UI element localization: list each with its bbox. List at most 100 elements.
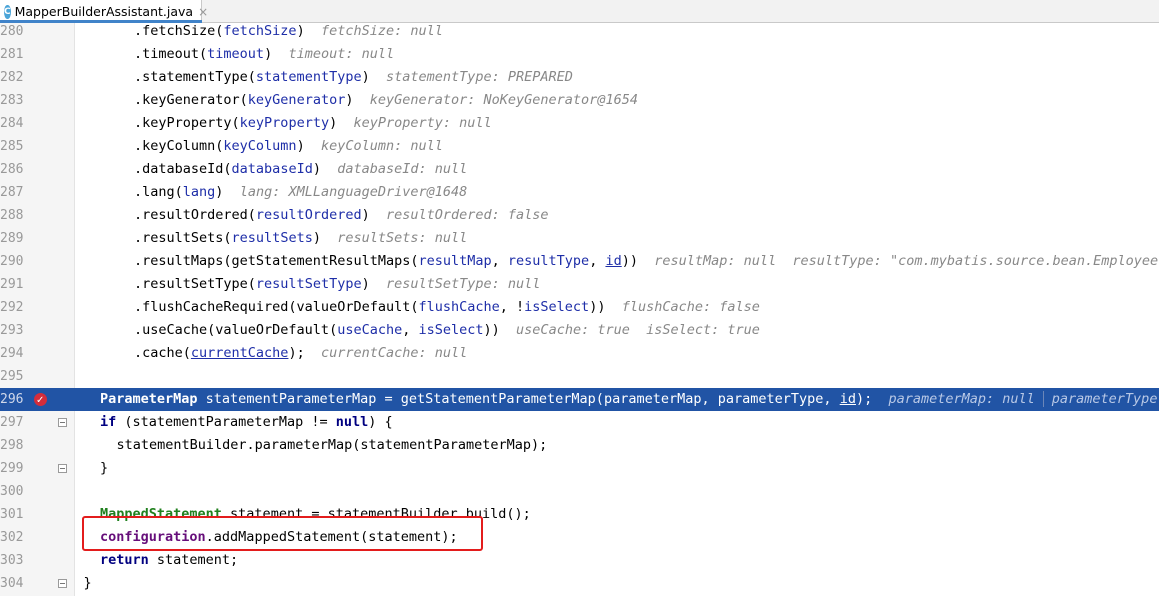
line-number: 292 — [0, 300, 24, 315]
code-line[interactable]: 292 .flushCacheRequired(valueOrDefault(fl… — [0, 296, 1159, 319]
line-number: 297 — [0, 415, 24, 430]
code-token: .fetchSize( — [134, 23, 224, 39]
line-number: 301 — [0, 507, 24, 522]
code-token: lang — [182, 184, 216, 200]
code-token: .resultSetType( — [134, 276, 256, 292]
code-token: parameterMap — [603, 391, 702, 407]
code-line[interactable]: 291 .resultSetType(resultSetType) resultS… — [0, 273, 1159, 296]
code-line[interactable]: 282 .statementType(statementType) stateme… — [0, 66, 1159, 89]
debug-inline-value: keyGenerator: NoKeyGenerator@1654 — [353, 92, 638, 108]
code-token: ParameterMap — [100, 391, 198, 407]
code-line[interactable]: 289 .resultSets(resultSets) resultSets: n… — [0, 227, 1159, 250]
debug-inline-value: resultOrdered: false — [369, 207, 549, 223]
code-token: resultSets — [231, 230, 313, 246]
code-line[interactable]: 283 .keyGenerator(keyGenerator) keyGenera… — [0, 89, 1159, 112]
code-token: null — [335, 414, 369, 430]
code-line[interactable]: 295 — [0, 365, 1159, 388]
debug-inline-value: useCache: true isSelect: true — [499, 322, 760, 338]
code-text: .statementType(statementType) statementT… — [134, 66, 573, 89]
code-token: keyGenerator — [247, 92, 346, 108]
code-line[interactable]: 304} — [0, 572, 1159, 595]
code-line[interactable]: 286 .databaseId(databaseId) databaseId: n… — [0, 158, 1159, 181]
hint-separator — [1042, 391, 1044, 407]
code-line[interactable]: 297 if (statementParameterMap != null) { — [0, 411, 1159, 434]
fold-toggle-icon[interactable] — [58, 579, 67, 588]
code-text: .resultMaps(getStatementResultMaps(resul… — [134, 250, 1159, 273]
code-text: .useCache(valueOrDefault(useCache, isSel… — [134, 319, 760, 342]
code-token: statementBuilder.parameterMap(statementP… — [116, 437, 548, 453]
breakpoint-icon[interactable] — [34, 389, 47, 412]
line-number: 304 — [0, 576, 24, 591]
code-token: ) — [296, 138, 305, 154]
code-line[interactable]: 300 — [0, 480, 1159, 503]
code-text: } — [84, 572, 92, 595]
code-token: ); — [288, 345, 305, 361]
debug-inline-value: statementType: PREPARED — [369, 69, 573, 85]
code-line[interactable]: 287 .lang(lang) lang: XMLLanguageDriver@1… — [0, 181, 1159, 204]
debug-inline-value: keyColumn: null — [304, 138, 443, 154]
code-line[interactable]: 280 .fetchSize(fetchSize) fetchSize: null — [0, 23, 1159, 43]
tab-mapper-builder-assistant[interactable]: C MapperBuilderAssistant.java × — [0, 0, 208, 23]
code-line[interactable]: 281 .timeout(timeout) timeout: null — [0, 43, 1159, 66]
code-token: } — [83, 575, 92, 591]
code-line[interactable]: 288 .resultOrdered(resultOrdered) resultO… — [0, 204, 1159, 227]
code-token: resultType — [507, 253, 590, 269]
code-token: id — [605, 253, 622, 269]
code-line[interactable]: 298 statementBuilder.parameterMap(stateme… — [0, 434, 1159, 457]
code-line[interactable]: 285 .keyColumn(keyColumn) keyColumn: null — [0, 135, 1159, 158]
line-number: 281 — [0, 47, 24, 62]
line-number: 286 — [0, 162, 24, 177]
code-line[interactable]: 303 return statement; — [0, 549, 1159, 572]
code-editor[interactable]: 280 .fetchSize(fetchSize) fetchSize: null… — [0, 23, 1159, 596]
code-token: , — [823, 391, 840, 407]
code-token: resultMap — [418, 253, 492, 269]
code-token: isSelect — [524, 299, 590, 315]
code-text: .timeout(timeout) timeout: null — [134, 43, 394, 66]
code-token: statement; — [148, 552, 239, 568]
code-token: ) — [312, 230, 321, 246]
code-text: .databaseId(databaseId) databaseId: null — [134, 158, 467, 181]
code-text: .fetchSize(fetchSize) fetchSize: null — [134, 23, 443, 43]
line-number: 295 — [0, 369, 24, 384]
debug-inline-value: lang: XMLLanguageDriver@1648 — [223, 184, 468, 200]
fold-toggle-icon[interactable] — [58, 418, 67, 427]
line-number: 303 — [0, 553, 24, 568]
code-line[interactable]: 294 .cache(currentCache); currentCache: n… — [0, 342, 1159, 365]
code-line[interactable]: 290 .resultMaps(getStatementResultMaps(re… — [0, 250, 1159, 273]
code-token: .resultSets( — [134, 230, 232, 246]
code-text: .keyProperty(keyProperty) keyProperty: n… — [134, 112, 492, 135]
code-text: } — [100, 457, 108, 480]
code-token: , ! — [499, 299, 525, 315]
code-token: .useCache(valueOrDefault( — [134, 322, 338, 338]
close-icon[interactable]: × — [198, 5, 208, 19]
code-token: statementType — [255, 69, 362, 85]
code-line[interactable]: 299} — [0, 457, 1159, 480]
line-number: 300 — [0, 484, 24, 499]
code-token: resultSetType — [255, 276, 362, 292]
code-token: flushCache — [418, 299, 500, 315]
code-token: keyProperty — [239, 115, 330, 131]
code-token: .cache( — [134, 345, 191, 361]
fold-toggle-icon[interactable] — [58, 464, 67, 473]
code-line[interactable]: 284 .keyProperty(keyProperty) keyProperty… — [0, 112, 1159, 135]
code-token: parameterType — [717, 391, 824, 407]
highlight-annotation-box — [82, 516, 483, 551]
code-token: )) — [589, 299, 606, 315]
code-text: .flushCacheRequired(valueOrDefault(flush… — [134, 296, 760, 319]
debug-inline-value: resultSets: null — [320, 230, 468, 246]
code-line-current[interactable]: 296 ParameterMap statementParameterMap = … — [0, 388, 1159, 412]
debug-inline-value: currentCache: null — [304, 345, 468, 361]
code-text: .lang(lang) lang: XMLLanguageDriver@1648 — [134, 181, 467, 204]
code-line[interactable]: 293 .useCache(valueOrDefault(useCache, is… — [0, 319, 1159, 342]
code-token: ) — [361, 207, 370, 223]
code-text: ParameterMap statementParameterMap = get… — [100, 388, 1159, 411]
code-text: if (statementParameterMap != null) { — [100, 411, 393, 434]
code-token: .keyColumn( — [134, 138, 224, 154]
code-token: statementParameterMap = getStatementPara… — [197, 391, 604, 407]
code-text: return statement; — [100, 549, 238, 572]
code-token: ); — [855, 391, 873, 407]
code-token: ) — [264, 46, 273, 62]
code-text: .resultOrdered(resultOrdered) resultOrde… — [134, 204, 549, 227]
code-token: , — [701, 391, 718, 407]
debug-inline-value: parameterMap: null — [872, 391, 1035, 407]
